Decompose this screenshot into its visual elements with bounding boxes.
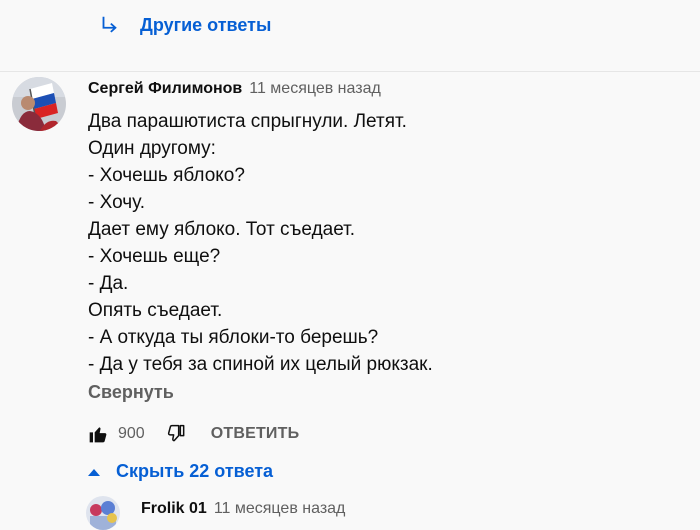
reply-time[interactable]: 11 месяцев назад <box>214 500 346 518</box>
comment-line: Опять съедает. <box>88 300 223 321</box>
comment-line: - Да у тебя за спиной их целый рюкзак. <box>88 354 433 375</box>
comment-actions: 900 ОТВЕТИТЬ <box>88 421 299 447</box>
like-button[interactable] <box>88 424 108 444</box>
comment-header: Сергей Филимонов 11 месяцев назад <box>88 80 381 98</box>
comment-line: Один другому: <box>88 138 216 159</box>
hide-replies-label: Скрыть 22 ответа <box>116 461 274 481</box>
comment-line: - А откуда ты яблоки-то берешь? <box>88 327 379 348</box>
collapse-button[interactable]: Свернуть <box>88 382 174 403</box>
thumbs-up-icon <box>89 427 107 443</box>
comment-line: - Хочу. <box>88 192 145 213</box>
caret-up-icon <box>88 468 100 476</box>
comment-line: - Да. <box>88 273 129 294</box>
avatar[interactable] <box>12 77 66 131</box>
hide-replies-button[interactable]: Скрыть 22 ответа <box>86 461 273 482</box>
author-name[interactable]: Сергей Филимонов <box>88 80 242 98</box>
divider <box>0 71 700 72</box>
comment-line: - Хочешь яблоко? <box>88 165 245 186</box>
like-count: 900 <box>118 425 145 442</box>
reply-arrow-icon <box>102 16 117 33</box>
comment-text: Два парашютиста спрыгнули. Летят. Один д… <box>88 108 433 378</box>
thumbs-down-icon <box>167 424 185 442</box>
reply-author-name[interactable]: Frolik 01 <box>141 500 207 518</box>
reply-button[interactable]: ОТВЕТИТЬ <box>211 425 300 443</box>
comment-line: Дает ему яблоко. Тот съедает. <box>88 219 356 240</box>
reply-avatar[interactable] <box>86 496 120 530</box>
more-replies-button[interactable]: Другие ответы <box>98 14 271 36</box>
comment-line: Два парашютиста спрыгнули. Летят. <box>88 111 407 132</box>
comment-line: - Хочешь еще? <box>88 246 221 267</box>
reply-header: Frolik 01 11 месяцев назад <box>141 500 345 518</box>
more-replies-label: Другие ответы <box>140 14 272 35</box>
comment-time[interactable]: 11 месяцев назад <box>249 80 381 98</box>
dislike-button[interactable] <box>167 424 187 444</box>
